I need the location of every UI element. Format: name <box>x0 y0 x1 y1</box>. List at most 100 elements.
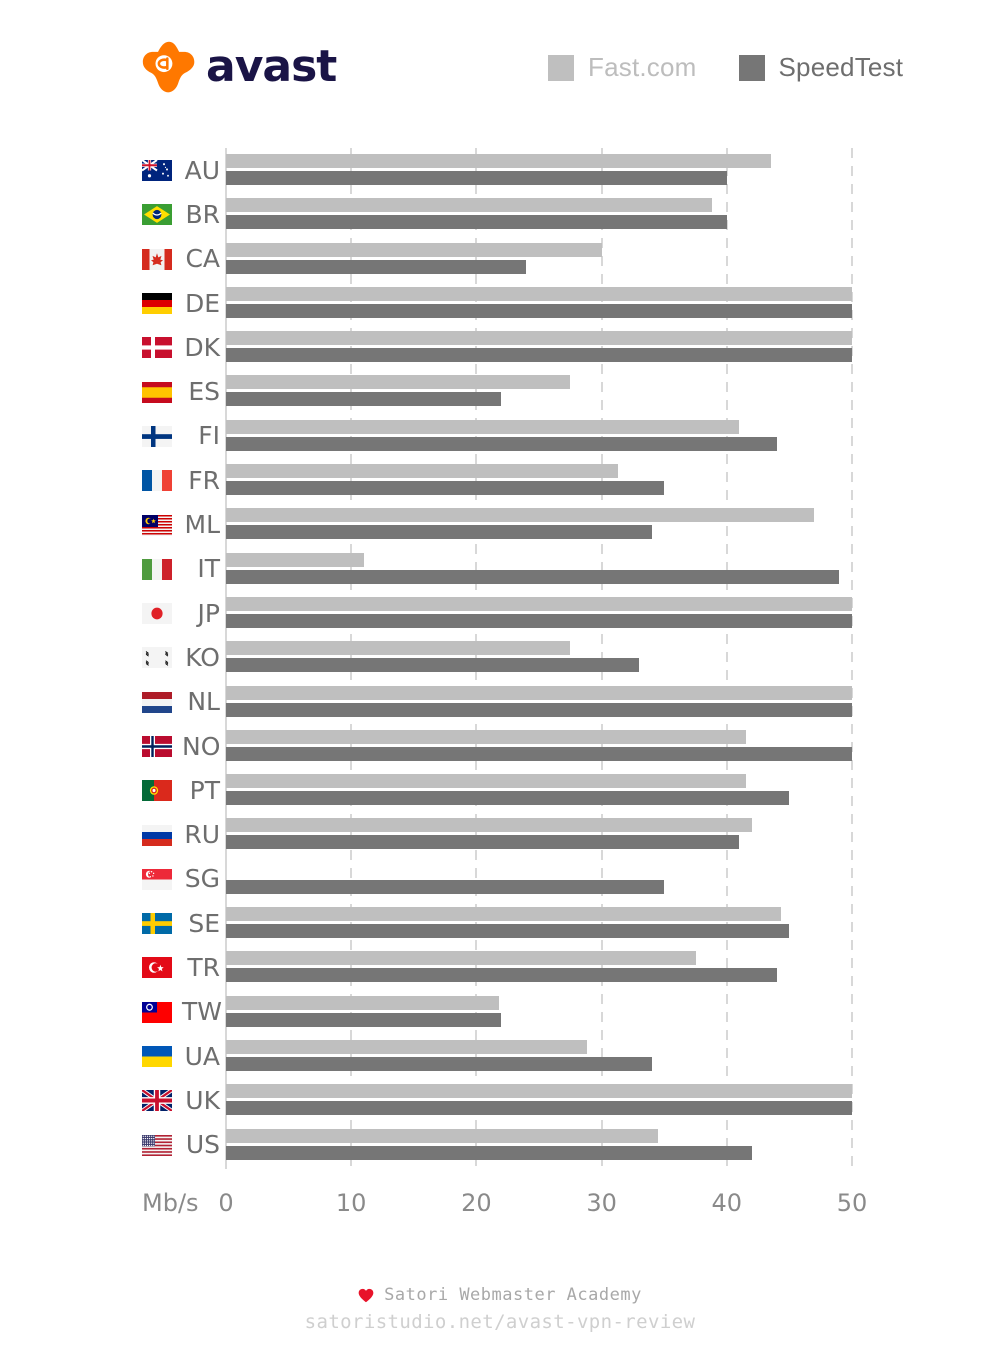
country-code: TR <box>187 952 220 982</box>
x-tick-label: 20 <box>461 1189 492 1217</box>
country-code: SG <box>184 864 220 894</box>
country-code: BR <box>185 199 220 229</box>
bar-es-speedtest <box>226 392 502 407</box>
row-bars <box>226 591 860 635</box>
row-bars <box>226 857 860 901</box>
bar-jp-speedtest <box>226 613 852 628</box>
bar-au-speedtest <box>226 171 727 185</box>
bar-no-speedtest <box>226 746 852 761</box>
row-bars <box>226 1123 860 1167</box>
footer-url: satoristudio.net/avast-vpn-review <box>304 1311 696 1333</box>
legend-item-speedtest: SpeedTest <box>738 52 904 83</box>
x-tick-label: 10 <box>335 1189 367 1217</box>
row-bars <box>226 1034 860 1078</box>
chart-row: SG <box>142 857 860 901</box>
row-bars <box>226 768 860 812</box>
row-bars <box>226 192 860 236</box>
bar-nl-speedtest <box>226 702 852 717</box>
flag-japan <box>142 603 172 625</box>
country-code: NO <box>182 731 221 761</box>
row-bars <box>226 990 860 1034</box>
flag-russia <box>142 824 172 846</box>
legend-label-speedtest: SpeedTest <box>778 52 904 82</box>
chart-row: FR <box>142 458 860 502</box>
bar-dk-fastcom <box>226 331 852 346</box>
chart-row: TR <box>142 945 860 989</box>
chart-row: KO <box>142 635 860 679</box>
country-code: UA <box>184 1041 220 1071</box>
row-bars <box>226 724 860 768</box>
legend-label-fast: Fast.com <box>588 52 697 82</box>
avast-logo-icon <box>142 41 195 93</box>
chart-row: DK <box>142 325 860 369</box>
bar-us-speedtest <box>226 1145 752 1160</box>
bar-it-speedtest <box>226 569 840 584</box>
bar-sg-speedtest <box>226 879 665 894</box>
chart-row: UA <box>142 1034 860 1078</box>
flag-italy <box>142 558 172 580</box>
row-label-no: NO <box>142 734 226 759</box>
bar-es-fastcom <box>226 375 571 390</box>
row-label-it: IT <box>142 556 226 581</box>
chart-row: AU <box>142 148 860 192</box>
country-code: UK <box>185 1085 220 1115</box>
avast-wordmark: avast <box>206 41 337 92</box>
bar-it-fastcom <box>226 552 364 567</box>
row-label-au: AU <box>142 158 226 183</box>
bar-ru-speedtest <box>226 835 740 850</box>
bar-br-fastcom <box>226 198 712 213</box>
row-bars <box>226 680 860 724</box>
chart-row: PT <box>142 768 860 812</box>
bar-ua-speedtest <box>226 1056 652 1071</box>
flag-denmark <box>142 337 172 359</box>
flag-malaysia <box>142 514 172 536</box>
row-bars <box>226 1078 860 1122</box>
bar-chart: AU BR CA DE DK ES FI FR ML IT JP KO NL NO PT RU SG SE TR TW… <box>0 130 1000 1240</box>
chart-row: SE <box>142 901 860 945</box>
chart-rows: AU BR CA DE DK ES FI FR ML IT JP KO NL NO PT RU SG SE TR TW… <box>142 148 860 1167</box>
row-bars <box>226 369 860 413</box>
country-code: ES <box>188 377 220 407</box>
flag-taiwan <box>142 1001 172 1023</box>
bar-tw-fastcom <box>226 995 499 1010</box>
bar-uk-speedtest <box>226 1101 852 1116</box>
flag-portugal <box>142 780 172 802</box>
row-label-ua: UA <box>142 1044 226 1069</box>
row-label-ml: ML <box>142 512 226 537</box>
country-code: US <box>185 1130 220 1160</box>
country-code: PT <box>189 775 220 805</box>
row-label-fr: FR <box>142 468 226 493</box>
country-code: DK <box>184 332 220 362</box>
flag-united-states <box>142 1134 172 1156</box>
row-bars <box>226 635 860 679</box>
bar-tr-fastcom <box>226 951 696 966</box>
country-code: FR <box>188 465 220 495</box>
bar-au-fastcom <box>226 154 771 168</box>
bar-ml-fastcom <box>226 508 815 523</box>
country-code: FI <box>198 421 220 451</box>
bar-fi-fastcom <box>226 419 740 434</box>
bar-no-fastcom <box>226 729 746 744</box>
row-bars <box>226 148 860 192</box>
legend-swatch-icon-speedtest <box>738 54 765 81</box>
bar-de-speedtest <box>226 303 852 318</box>
bar-jp-fastcom <box>226 596 852 611</box>
row-bars <box>226 458 860 502</box>
row-bars <box>226 502 860 546</box>
country-code: JP <box>197 598 220 628</box>
bar-fi-speedtest <box>226 436 777 451</box>
bar-ko-fastcom <box>226 641 571 656</box>
chart-row: CA <box>142 237 860 281</box>
chart-row: ES <box>142 369 860 413</box>
footer-brand-text: Satori Webmaster Academy <box>384 1285 642 1305</box>
row-bars <box>226 945 860 989</box>
bar-pt-fastcom <box>226 774 746 789</box>
chart-row: BR <box>142 192 860 236</box>
row-label-ca: CA <box>142 246 226 271</box>
row-bars <box>226 281 860 325</box>
row-bars <box>226 547 860 591</box>
chart-row: TW <box>142 990 860 1034</box>
chart-footer: Satori Webmaster Academy satoristudio.ne… <box>0 1285 1000 1333</box>
legend-item-fast: Fast.com <box>548 52 697 83</box>
chart-row: RU <box>142 812 860 856</box>
